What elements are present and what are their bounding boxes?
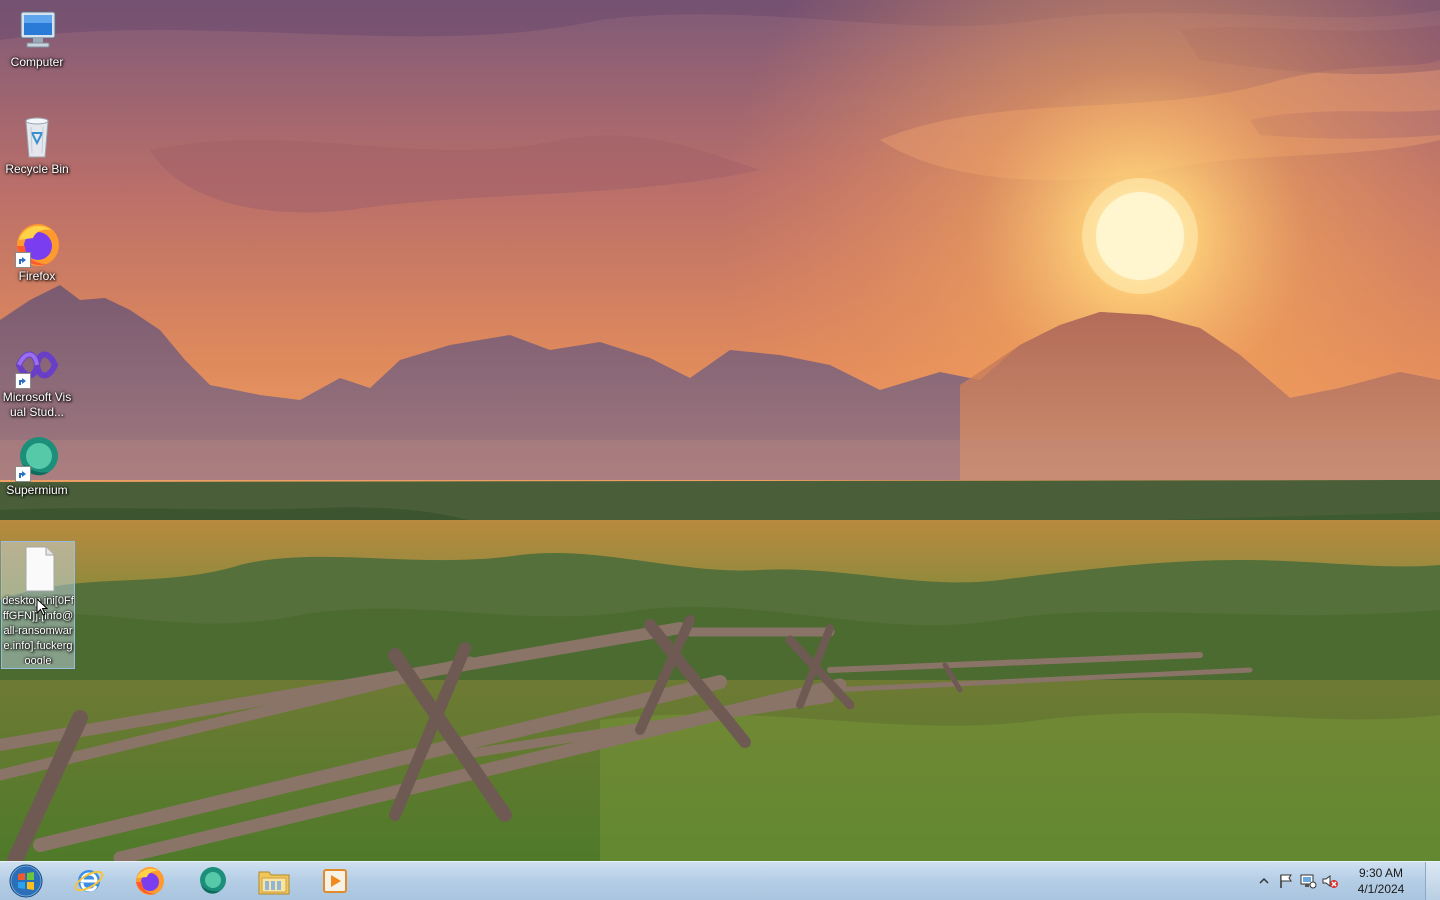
internet-explorer-icon (74, 870, 104, 892)
shortcut-arrow-icon (15, 466, 31, 482)
network-icon[interactable] (1297, 870, 1319, 892)
desktop-icon-recycle-bin[interactable]: Recycle Bin (0, 113, 74, 177)
clock-date: 4/1/2024 (1357, 882, 1405, 896)
desktop-icon-supermium[interactable]: Supermium (0, 434, 74, 498)
file-icon (14, 545, 62, 593)
supermium-icon (200, 867, 226, 894)
desktop-icon-label: Recycle Bin (5, 162, 69, 176)
system-tray: 9:30 AM 4/1/2024 (1253, 862, 1440, 900)
file-explorer-icon (258, 871, 290, 895)
action-center-flag-icon[interactable] (1275, 870, 1297, 892)
show-hidden-icons-icon[interactable] (1253, 870, 1275, 892)
taskbar-media-player[interactable] (308, 864, 362, 898)
desktop-icon-visual-studio[interactable]: Microsoft Visual Stud... (0, 341, 74, 420)
desktop-icon-label: Computer (10, 55, 64, 69)
desktop-icon-computer[interactable]: Computer (0, 6, 74, 70)
mouse-cursor-icon (36, 597, 49, 621)
desktop-icon-label: Microsoft Visual Stud... (2, 390, 72, 419)
computer-icon (13, 6, 61, 54)
shortcut-arrow-icon (15, 373, 31, 389)
taskbar-supermium[interactable] (185, 864, 239, 898)
firefox-icon (13, 220, 61, 268)
taskbar-firefox[interactable] (123, 864, 177, 898)
start-orb-icon (9, 864, 43, 898)
visual-studio-icon (13, 341, 61, 389)
shortcut-arrow-icon (15, 252, 31, 268)
show-desktop-button[interactable] (1425, 862, 1440, 900)
volume-muted-icon[interactable] (1319, 870, 1341, 892)
firefox-icon (136, 867, 164, 895)
taskbar-internet-explorer[interactable] (62, 864, 116, 898)
desktop-icon-label: Firefox (18, 269, 56, 283)
desktop-icon-firefox[interactable]: Firefox (0, 220, 74, 284)
desktop-icon-label: Supermium (6, 483, 68, 497)
taskbar-file-explorer[interactable] (247, 864, 301, 898)
recycle-bin-icon (13, 113, 61, 161)
media-player-icon (323, 869, 347, 893)
desktop-wallpaper (0, 0, 1440, 861)
start-button[interactable] (6, 863, 46, 899)
supermium-icon (13, 434, 61, 482)
taskbar-clock[interactable]: 9:30 AM 4/1/2024 (1345, 865, 1417, 897)
taskbar: 9:30 AM 4/1/2024 (0, 861, 1440, 900)
clock-time: 9:30 AM (1358, 866, 1404, 880)
